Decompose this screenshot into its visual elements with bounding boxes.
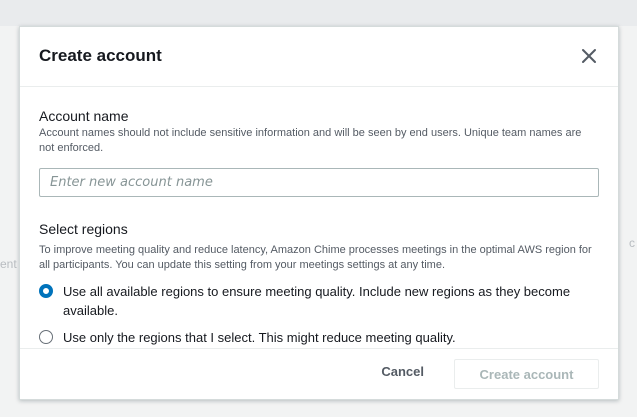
account-name-input[interactable] [39,168,599,197]
select-regions-label: Select regions [39,221,128,237]
modal-footer: Cancel Create account [20,348,618,399]
background-header-bar [0,0,637,26]
radio-option-all-regions[interactable]: Use all available regions to ensure meet… [39,282,598,320]
radio-option-selected-regions[interactable]: Use only the regions that I select. This… [39,328,598,347]
background-text-left: ent [0,257,17,271]
create-account-modal: Create account Account name Account name… [19,26,619,400]
account-name-label: Account name [39,108,129,124]
radio-selected-icon[interactable] [39,284,53,298]
background-text-right: c [629,236,635,250]
close-button[interactable] [578,45,600,67]
account-name-description: Account names should not include sensiti… [39,127,582,154]
close-icon [582,49,596,63]
cancel-button[interactable]: Cancel [381,364,424,379]
modal-header: Create account [20,27,618,87]
radio-unselected-icon[interactable] [39,330,53,344]
radio-option-label: Use all available regions to ensure meet… [63,284,571,318]
modal-title: Create account [39,46,162,65]
modal-body: Account name Account names should not in… [20,87,618,347]
create-account-button[interactable]: Create account [454,359,599,389]
radio-option-label: Use only the regions that I select. This… [63,330,456,345]
select-regions-description: To improve meeting quality and reduce la… [39,244,592,271]
